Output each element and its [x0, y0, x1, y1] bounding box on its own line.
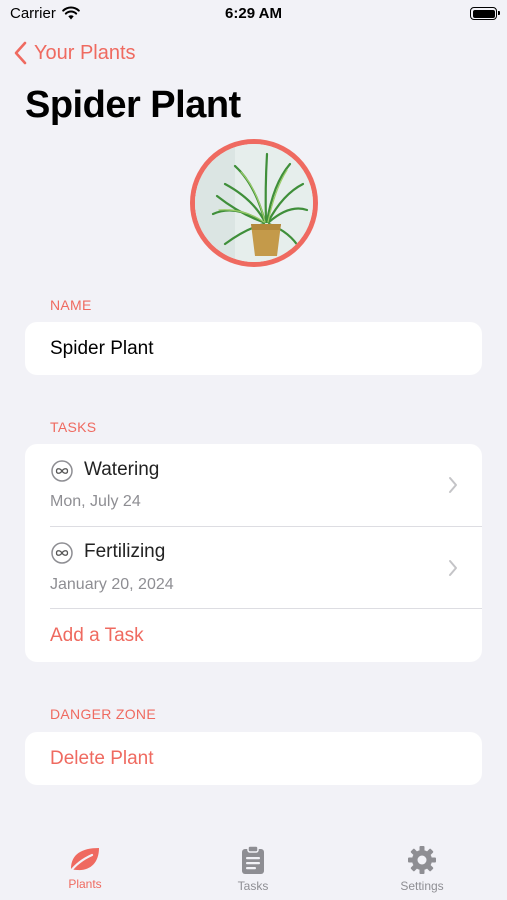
name-section-header: NAME	[50, 297, 92, 313]
plant-image	[195, 144, 313, 262]
task-row-fertilizing[interactable]: Fertilizing January 20, 2024	[25, 527, 482, 608]
page-title: Spider Plant	[25, 84, 241, 126]
gear-icon	[362, 845, 482, 875]
status-bar: Carrier 6:29 AM	[0, 0, 507, 30]
leaf-icon	[25, 845, 145, 873]
chevron-left-icon	[14, 41, 28, 65]
divider	[50, 608, 482, 609]
chevron-right-icon	[448, 476, 458, 499]
task-row-watering[interactable]: Watering Mon, July 24	[25, 444, 482, 526]
infinity-icon	[51, 460, 73, 487]
task-title: Watering	[84, 459, 160, 480]
danger-zone-card: Delete Plant	[25, 732, 482, 785]
delete-plant-button[interactable]: Delete Plant	[50, 748, 154, 770]
tab-settings[interactable]: Settings	[362, 845, 482, 893]
tab-bar: Plants Tasks Settings	[0, 835, 507, 900]
add-task-button[interactable]: Add a Task	[50, 625, 144, 647]
infinity-icon	[51, 542, 73, 569]
task-date: January 20, 2024	[50, 576, 174, 593]
plant-name-field[interactable]: Spider Plant	[50, 322, 154, 375]
name-field-card[interactable]: Spider Plant	[25, 322, 482, 375]
tasks-section-header: TASKS	[50, 419, 97, 435]
battery-icon	[470, 7, 500, 20]
tab-plants[interactable]: Plants	[25, 845, 145, 891]
chevron-right-icon	[448, 559, 458, 582]
tab-label: Plants	[68, 877, 102, 891]
tab-label: Settings	[400, 879, 444, 893]
clipboard-icon	[193, 845, 313, 875]
back-button[interactable]: Your Plants	[14, 38, 136, 68]
task-title: Fertilizing	[84, 541, 166, 562]
task-date: Mon, July 24	[50, 493, 141, 510]
tasks-card: Watering Mon, July 24 Fertilizing Januar…	[25, 444, 482, 662]
clock: 6:29 AM	[225, 5, 282, 22]
tab-tasks[interactable]: Tasks	[193, 845, 313, 893]
danger-zone-header: DANGER ZONE	[50, 706, 156, 722]
back-button-label: Your Plants	[34, 41, 136, 64]
plant-photo[interactable]	[190, 139, 318, 267]
tab-label: Tasks	[237, 879, 269, 893]
